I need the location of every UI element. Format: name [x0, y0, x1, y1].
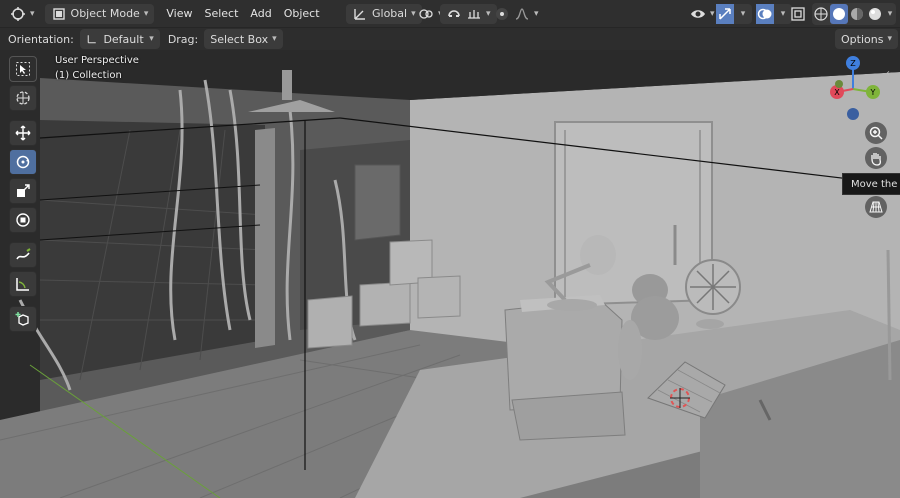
pan-button[interactable]: [865, 147, 887, 169]
3d-viewport[interactable]: User Perspective (1) Collection Z Y X ‹: [0, 50, 900, 498]
options-dropdown[interactable]: Options ▾: [835, 29, 898, 49]
annotate-tool[interactable]: [9, 242, 37, 268]
view-name: User Perspective: [55, 55, 139, 66]
menu-select[interactable]: Select: [198, 7, 244, 20]
shading-material-button[interactable]: [848, 4, 866, 24]
chevron-down-icon: ▾: [710, 8, 715, 19]
chevron-down-icon: ▾: [887, 34, 892, 44]
gizmo-icon: [719, 7, 731, 20]
menu-view[interactable]: View: [160, 7, 198, 20]
collection-name: (1) Collection: [55, 70, 122, 81]
shading-solid-icon: [833, 7, 845, 20]
select-box-icon: [16, 62, 30, 76]
viewport-header: ▾ Object Mode ▾ View Select Add Object G…: [0, 0, 900, 28]
mode-label: Object Mode: [70, 7, 140, 20]
tool-shelf: [9, 56, 39, 335]
add-cube-tool[interactable]: [9, 306, 37, 332]
chevron-down-icon: ▾: [149, 34, 154, 44]
transform-icon: [16, 213, 30, 227]
zoom-icon: [869, 126, 883, 140]
drag-label: Drag:: [167, 32, 199, 46]
editor-type-button[interactable]: ▾: [4, 4, 41, 24]
xray-toggle[interactable]: [788, 4, 808, 24]
gizmo-dropdown[interactable]: ▾: [734, 4, 752, 24]
xray-icon: [791, 6, 805, 21]
orientation-value: Default: [103, 32, 144, 46]
gizmo-group: ▾: [716, 3, 752, 24]
visibility-icon: [691, 9, 705, 18]
shading-material-icon: [851, 7, 863, 20]
proportional-edit-toggle[interactable]: ▾: [488, 4, 545, 24]
chevron-down-icon: ▾: [780, 8, 786, 19]
options-label: Options: [841, 32, 884, 46]
overlay-icon: [757, 8, 772, 19]
rotate-icon: [16, 155, 30, 169]
chevron-down-icon: ▾: [534, 8, 539, 19]
shading-group: ▾: [812, 2, 896, 25]
hand-icon: [871, 153, 882, 166]
annotate-icon: [16, 248, 31, 260]
object-mode-dropdown[interactable]: Object Mode ▾: [44, 3, 155, 24]
orientation-icon: [87, 35, 96, 44]
shading-rendered-button[interactable]: [866, 4, 884, 24]
transform-orientation-icon: [354, 8, 365, 20]
snap-icon: [448, 9, 460, 17]
cursor-tool[interactable]: [9, 85, 37, 111]
sidebar-toggle-icon[interactable]: ‹: [886, 68, 890, 79]
move-tool[interactable]: [9, 120, 37, 146]
zoom-button[interactable]: [865, 122, 887, 144]
menu-add[interactable]: Add: [244, 7, 277, 20]
chevron-down-icon: ▾: [30, 8, 35, 19]
chevron-down-icon: ▾: [272, 34, 277, 44]
scale-tool[interactable]: [9, 178, 37, 204]
add-cube-icon: [15, 312, 29, 326]
shading-solid-button[interactable]: [830, 3, 848, 24]
drag-dropdown[interactable]: Select Box ▾: [204, 29, 283, 49]
navigation-gizmo[interactable]: Z Y X: [825, 56, 885, 121]
snap-increment-icon: [468, 9, 480, 19]
editor-type-icon: [11, 6, 25, 21]
ortho-toggle-button[interactable]: [865, 196, 887, 218]
transform-tool[interactable]: [9, 207, 37, 233]
transform-orientation-dropdown[interactable]: Global ▾: [346, 3, 422, 24]
shading-wireframe-icon: [814, 6, 828, 21]
chevron-down-icon: ▾: [740, 8, 746, 19]
grid-icon: [869, 201, 883, 213]
pivot-icon: [419, 8, 433, 19]
tooltip: Move the view: [842, 173, 900, 195]
shading-dropdown[interactable]: ▾: [884, 4, 896, 24]
orientation-label: Orientation:: [8, 32, 74, 46]
neg-z-axis-handle[interactable]: [847, 108, 859, 120]
object-mode-icon: [52, 7, 65, 20]
tool-settings-bar: Orientation: Default ▾ Drag: Select Box …: [0, 28, 900, 50]
y-axis-label: Y: [870, 88, 876, 97]
measure-tool[interactable]: [9, 271, 37, 297]
neg-y-axis-handle[interactable]: [835, 80, 843, 88]
falloff-curve-icon: [515, 7, 529, 20]
scene-render: [0, 50, 900, 498]
overlay-toggle[interactable]: [756, 3, 774, 24]
shading-rendered-icon: [869, 7, 881, 20]
move-icon: [15, 125, 31, 141]
z-axis-label: Z: [850, 59, 856, 68]
overlay-group: ▾: [756, 3, 792, 24]
menu-object[interactable]: Object: [278, 7, 326, 20]
chevron-down-icon: ▾: [887, 8, 893, 19]
cursor-icon: [16, 91, 30, 105]
transform-orientation-label: Global: [372, 7, 408, 20]
select-box-tool[interactable]: [9, 56, 37, 82]
orientation-dropdown[interactable]: Default ▾: [79, 29, 160, 49]
x-axis-label: X: [834, 88, 840, 97]
rotate-tool[interactable]: [9, 149, 37, 175]
drag-value: Select Box: [210, 32, 269, 46]
scale-icon: [17, 184, 30, 197]
chevron-down-icon: ▾: [143, 8, 149, 19]
measure-icon: [16, 278, 29, 291]
proportional-edit-icon: [496, 7, 508, 20]
shading-wireframe-button[interactable]: [812, 4, 830, 24]
gizmo-toggle[interactable]: [716, 3, 734, 24]
